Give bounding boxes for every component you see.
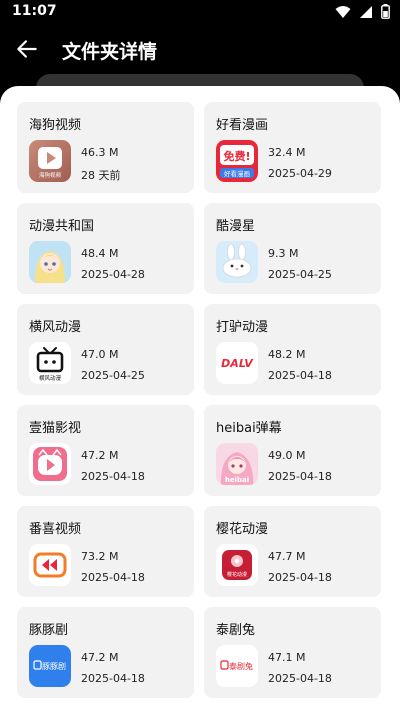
app-name: 豚豚剧 [29,623,69,638]
app-size: 47.0 M [81,348,119,361]
yimao-yingshi-icon [29,443,71,485]
hengfeng-dongman-icon: 横风动漫 [29,342,71,384]
dalv-dongman-icon: DALV [216,342,258,384]
app-date: 2025-04-18 [268,571,332,584]
app-name: 番喜视频 [29,522,82,537]
dalv-icon-text: DALV [221,357,254,370]
app-name: 好看漫画 [216,118,269,133]
tuntunju-icon: 豚豚剧 [29,645,71,687]
app-card[interactable]: 横风动漫 横风动漫 47.0 M 2025-04-25 [17,304,194,395]
taijutu-icon: 泰剧兔 [216,645,258,687]
app-date: 2025-04-18 [81,470,145,483]
app-card[interactable]: 打驴动漫 DALV 48.2 M 2025-04-18 [204,304,381,395]
taiju-icon-text: 泰剧兔 [229,661,253,671]
haigou-video-icon: 海狗视频 [29,140,71,182]
app-size: 73.2 M [81,550,119,563]
app-date: 2025-04-25 [81,369,145,382]
app-name: 动漫共和国 [29,219,95,234]
tuntun-icon-text: 豚豚剧 [42,662,66,671]
app-size: 47.2 M [81,651,119,664]
haokan-icon-text-bottom: 好看漫画 [224,169,250,178]
status-time: 11:07 [12,3,57,19]
kumanxing-icon [216,241,258,283]
app-name: 打驴动漫 [216,320,269,335]
app-size: 48.2 M [268,348,306,361]
app-date: 2025-04-25 [268,268,332,281]
haokan-manhua-icon: 免费! 好看漫画 [216,140,258,182]
app-card[interactable]: 好看漫画 免费! 好看漫画 32.4 M 2025-04-29 [204,102,381,193]
app-card[interactable]: 动漫共和国 48.4 M 2025-04-28 [17,203,194,294]
dongman-gongheguo-icon [29,241,71,283]
app-card[interactable]: heibai弹幕 heibai 49.0 M 2025-04-18 [204,405,381,496]
app-date: 2025-04-18 [81,672,145,685]
yinghua-dongman-icon: 樱花动漫 [216,544,258,586]
app-name: 樱花动漫 [216,522,269,537]
app-name: 酷漫星 [216,219,256,234]
app-name: heibai弹幕 [216,421,282,436]
page-title: 文件夹详情 [62,41,158,63]
app-date: 2025-04-18 [268,470,332,483]
haokan-icon-text-top: 免费! [223,149,250,163]
app-date: 2025-04-29 [268,167,332,180]
signal-icon [360,5,372,18]
app-size: 32.4 M [268,146,306,159]
app-size: 49.0 M [268,449,306,462]
app-size: 48.4 M [81,247,119,260]
hengfeng-icon-text: 横风动漫 [39,374,62,382]
app-name: 横风动漫 [29,320,82,335]
app-date: 2025-04-28 [81,268,145,281]
app-name: 海狗视频 [29,118,82,133]
heibai-danmu-icon: heibai [216,443,258,485]
app-card[interactable]: 番喜视频 73.2 M 2025-04-18 [17,506,194,597]
app-size: 9.3 M [268,247,299,260]
app-card[interactable]: 樱花动漫 樱花动漫 47.7 M 2025-04-18 [204,506,381,597]
heibai-icon-text: heibai [225,476,249,484]
status-icons [335,4,390,19]
app-card[interactable]: 豚豚剧 豚豚剧 47.2 M 2025-04-18 [17,607,194,698]
app-date: 28 天前 [81,169,121,182]
back-arrow-icon[interactable] [14,36,40,62]
folder-details-sheet: 海狗视频 海狗视频 46.3 M 28 天前 好看漫画 免费! 好看漫画 32.… [0,86,400,712]
fanxi-video-icon [29,544,71,586]
app-size: 47.1 M [268,651,306,664]
app-card[interactable]: 酷漫星 9.3 M 2025-04-25 [204,203,381,294]
battery-icon [381,4,390,19]
app-name: 泰剧兔 [216,623,256,638]
app-name: 壹猫影视 [29,421,82,436]
app-date: 2025-04-18 [268,672,332,685]
app-size: 46.3 M [81,146,119,159]
app-card[interactable]: 泰剧兔 泰剧兔 47.1 M 2025-04-18 [204,607,381,698]
app-size: 47.7 M [268,550,306,563]
status-bar: 11:07 [0,0,400,24]
app-card[interactable]: 壹猫影视 47.2 M 2025-04-18 [17,405,194,496]
yinghua-icon-text: 樱花动漫 [227,571,247,578]
wifi-icon [335,5,351,18]
app-bar: 文件夹详情 [0,24,400,74]
app-date: 2025-04-18 [81,571,145,584]
app-card[interactable]: 海狗视频 海狗视频 46.3 M 28 天前 [17,102,194,193]
app-size: 47.2 M [81,449,119,462]
app-date: 2025-04-18 [268,369,332,382]
haigou-icon-text: 海狗视频 [39,171,62,179]
app-grid: 海狗视频 海狗视频 46.3 M 28 天前 好看漫画 免费! 好看漫画 32.… [17,102,383,698]
